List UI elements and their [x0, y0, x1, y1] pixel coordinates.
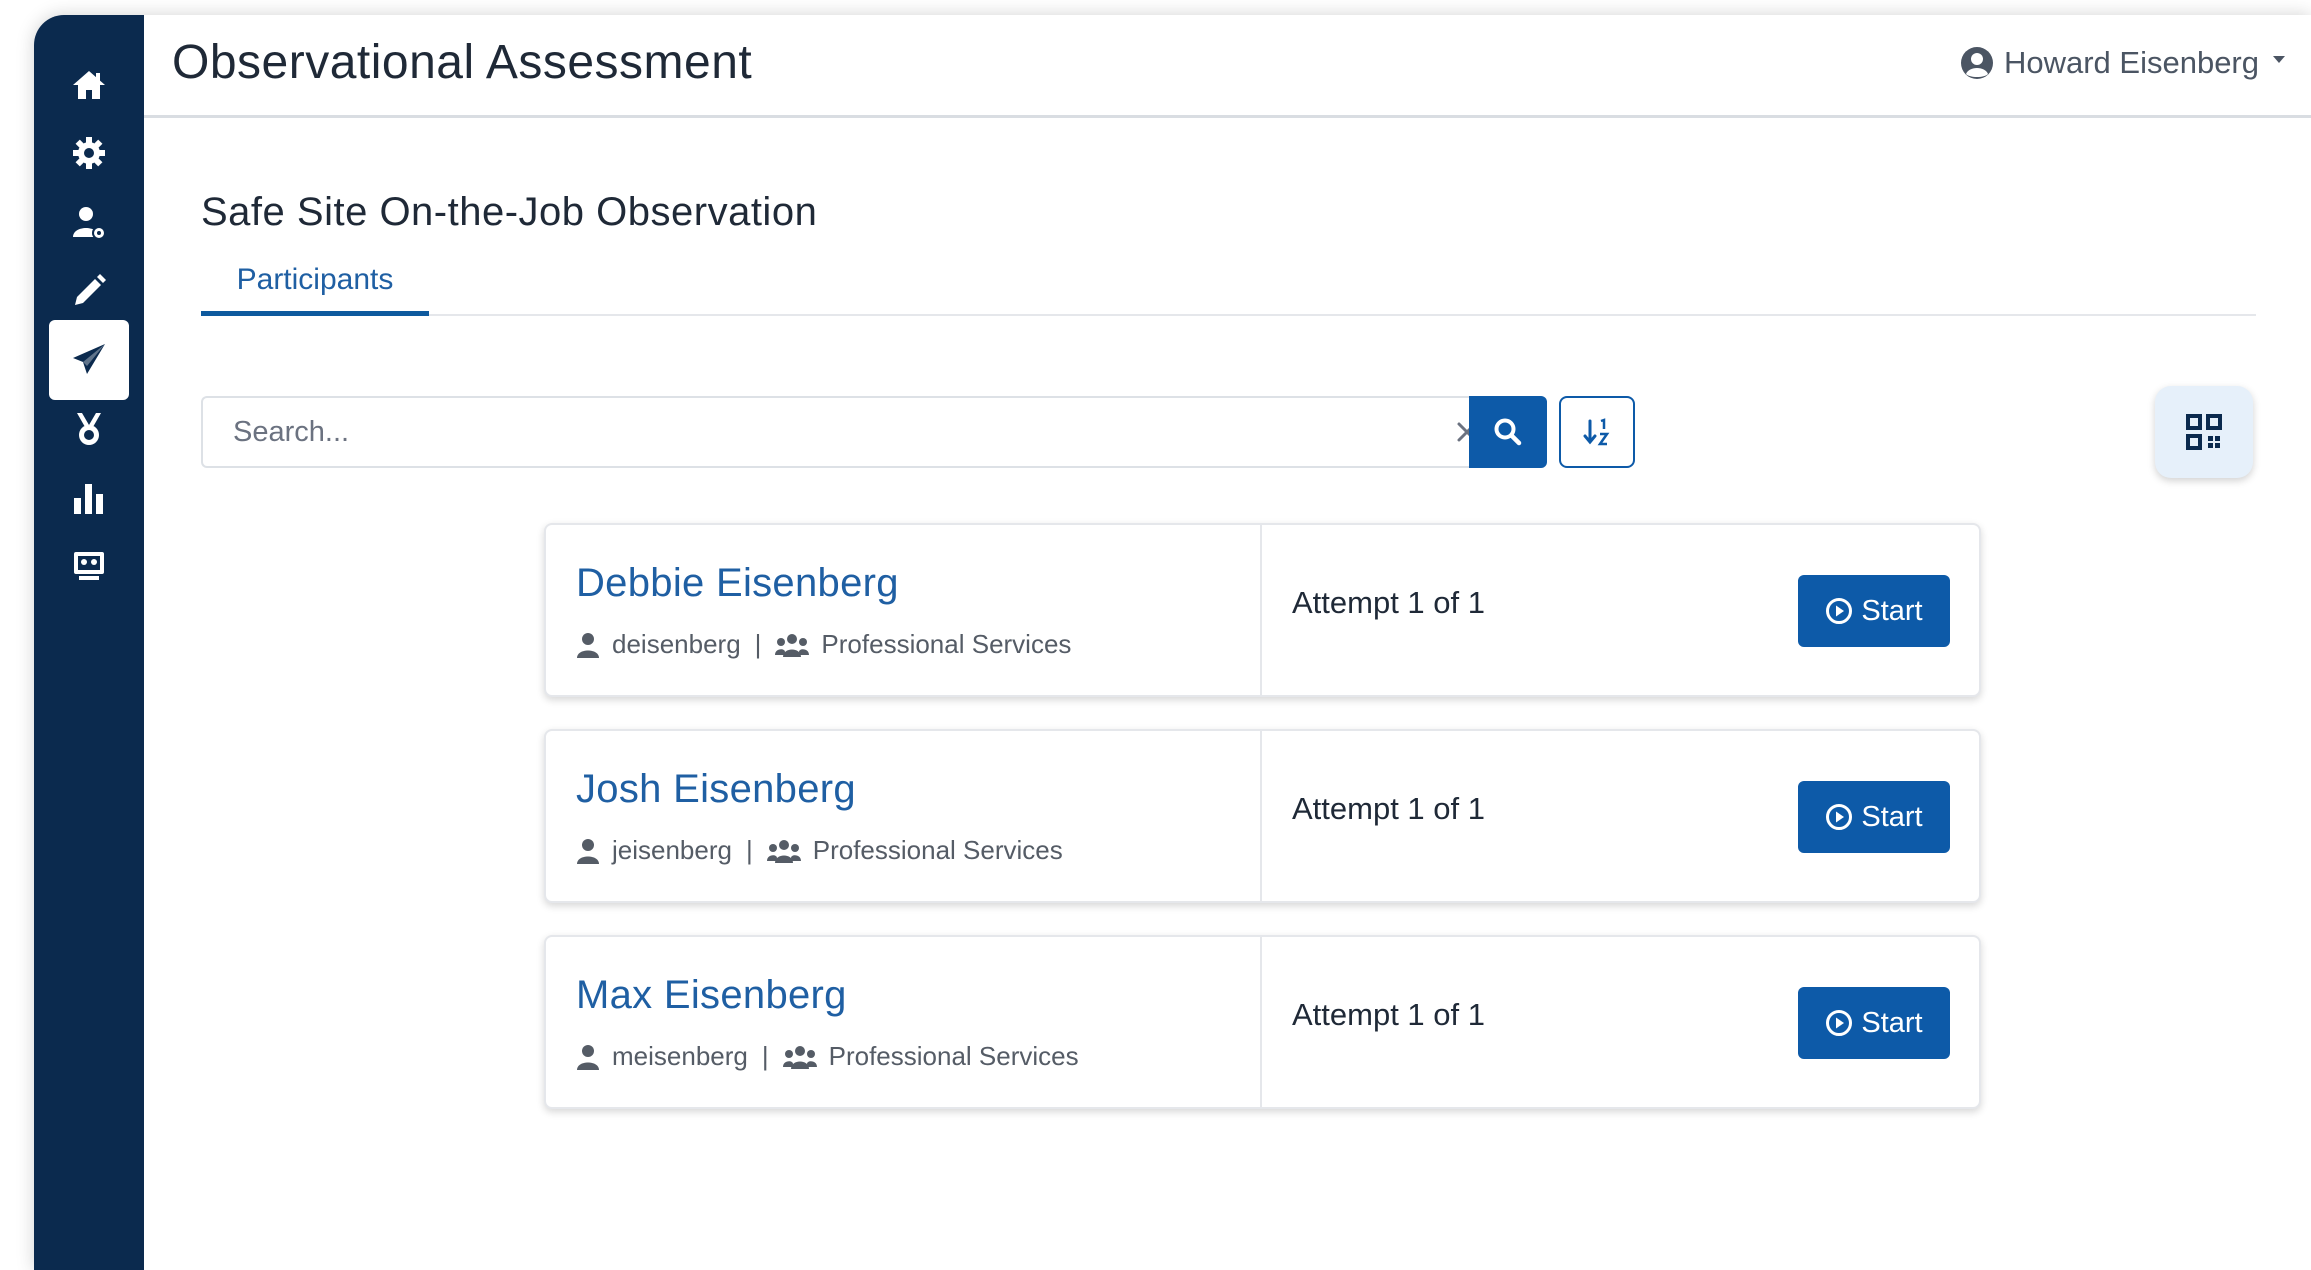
- participant-meta: deisenberg | Professional Services: [576, 629, 1071, 660]
- chevron-down-icon: [2273, 55, 2285, 63]
- user-icon: [577, 632, 599, 658]
- attempt-status: Attempt 1 of 1: [1292, 585, 1485, 620]
- participant-info: Josh Eisenberg jeisenberg | Professional…: [546, 731, 1262, 901]
- participant-name[interactable]: Josh Eisenberg: [576, 767, 856, 812]
- gear-icon: [73, 137, 105, 169]
- search-icon: [1494, 418, 1522, 446]
- start-button[interactable]: Start: [1798, 575, 1950, 647]
- nav-certifications[interactable]: [49, 389, 129, 469]
- attempt-status: Attempt 1 of 1: [1292, 791, 1485, 826]
- participant-info: Max Eisenberg meisenberg | Professional …: [546, 937, 1262, 1107]
- participant-username: deisenberg: [612, 629, 741, 659]
- nav-edit[interactable]: [49, 251, 129, 331]
- participant-meta: meisenberg | Professional Services: [576, 1041, 1079, 1072]
- participant-username: meisenberg: [612, 1041, 748, 1071]
- users-group-icon: [782, 1045, 817, 1069]
- user-icon: [577, 1044, 599, 1070]
- participant-group: Professional Services: [828, 1041, 1079, 1071]
- participant-meta: jeisenberg | Professional Services: [576, 835, 1063, 866]
- users-group-icon: [766, 839, 801, 863]
- search-box: [201, 396, 1477, 468]
- qr-code-button[interactable]: [2155, 386, 2253, 478]
- user-settings-icon: [73, 207, 106, 240]
- bar-chart-icon: [74, 484, 103, 514]
- play-circle-icon: [1826, 1010, 1853, 1036]
- paper-plane-icon: [73, 344, 105, 374]
- sort-button[interactable]: [1559, 396, 1635, 468]
- participant-info: Debbie Eisenberg deisenberg | Profession…: [546, 525, 1262, 695]
- app-window: Observational Assessment Howard Eisenber…: [34, 15, 2311, 1270]
- home-icon: [73, 71, 105, 99]
- play-circle-icon: [1826, 598, 1853, 624]
- meta-separator: |: [761, 1041, 769, 1071]
- user-menu[interactable]: Howard Eisenberg: [1960, 45, 2285, 81]
- participant-name[interactable]: Max Eisenberg: [576, 973, 847, 1018]
- user-icon: [577, 838, 599, 864]
- app-title: Observational Assessment: [172, 36, 753, 89]
- nav-send[interactable]: [49, 320, 129, 400]
- start-button-label: Start: [1861, 594, 1923, 627]
- tab-bar: Participants: [201, 258, 2256, 316]
- participant-group: Professional Services: [812, 835, 1063, 865]
- participant-username: jeisenberg: [612, 835, 732, 865]
- user-circle-icon: [1960, 47, 1993, 79]
- classroom-icon: [74, 552, 104, 580]
- user-name: Howard Eisenberg: [2003, 45, 2259, 80]
- sidebar: [34, 15, 144, 1270]
- meta-separator: |: [745, 835, 753, 865]
- participant-card: Josh Eisenberg jeisenberg | Professional…: [544, 729, 1981, 903]
- meta-separator: |: [754, 629, 762, 659]
- search-button[interactable]: [1469, 396, 1547, 468]
- award-ribbon-icon: [77, 413, 101, 445]
- start-button-label: Start: [1861, 1006, 1923, 1039]
- participant-group: Professional Services: [821, 629, 1072, 659]
- participant-card: Debbie Eisenberg deisenberg | Profession…: [544, 523, 1981, 697]
- sort-numeric-icon: [1583, 418, 1610, 446]
- nav-classroom[interactable]: [49, 525, 129, 605]
- main-content: Safe Site On-the-Job Observation Partici…: [144, 118, 2311, 1270]
- start-button[interactable]: Start: [1798, 781, 1950, 853]
- participant-name[interactable]: Debbie Eisenberg: [576, 561, 899, 606]
- tab-participants[interactable]: Participants: [201, 258, 429, 316]
- pencil-icon: [75, 274, 106, 305]
- nav-settings[interactable]: [49, 113, 129, 193]
- start-button-label: Start: [1861, 800, 1923, 833]
- start-button[interactable]: Start: [1798, 987, 1950, 1059]
- top-bar: Observational Assessment Howard Eisenber…: [144, 15, 2311, 118]
- search-input[interactable]: [203, 398, 1383, 466]
- qr-code-icon: [2186, 414, 2222, 450]
- play-circle-icon: [1826, 804, 1853, 830]
- users-group-icon: [775, 633, 810, 657]
- page-subtitle: Safe Site On-the-Job Observation: [201, 190, 818, 234]
- participant-card: Max Eisenberg meisenberg | Professional …: [544, 935, 1981, 1109]
- attempt-status: Attempt 1 of 1: [1292, 997, 1485, 1032]
